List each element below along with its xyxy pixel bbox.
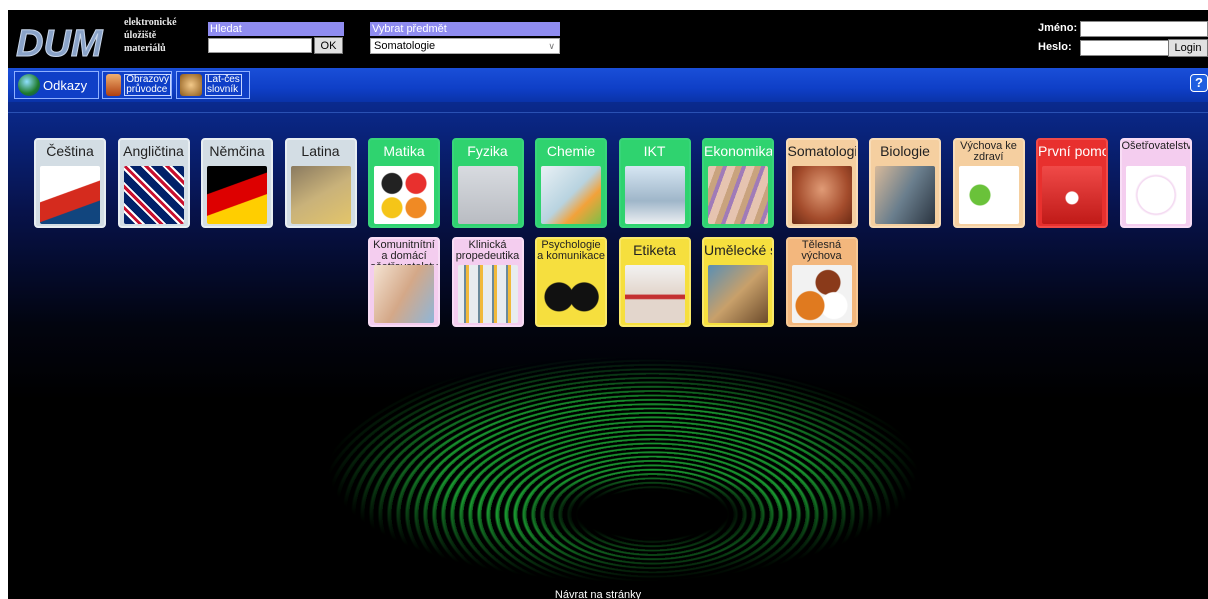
subject-tile-label: Ošetřovatelství <box>1121 140 1190 152</box>
tagline: elektronické úložiště materiálů <box>124 16 177 55</box>
german-flag-book-icon <box>207 166 267 224</box>
subject-tile[interactable]: První pomoc <box>1036 138 1108 228</box>
subject-tile[interactable]: Psychologie a komunikace <box>535 237 607 327</box>
login-button[interactable]: Login <box>1168 39 1208 57</box>
app-window: DUM elektronické úložiště materiálů Hled… <box>8 10 1208 599</box>
nav-dict-label: Lat-čes slovník <box>205 74 242 96</box>
subject-tile-label: První pomoc <box>1038 143 1106 159</box>
navbar: Odkazy Obrazový průvodce Lat-čes slovník <box>8 68 1208 102</box>
subject-tile-label: Tělesná výchova <box>801 239 842 262</box>
newtons-cradle-icon <box>457 166 518 224</box>
subject-tile-label: Výchova ke zdraví <box>960 140 1017 163</box>
sports-balls-icon <box>791 265 852 323</box>
subject-tile[interactable]: Ošetřovatelství <box>1119 138 1192 228</box>
caring-hands-icon <box>374 265 434 323</box>
subject-tile-label: Matika <box>383 143 425 159</box>
subject-tile[interactable]: Etiketa <box>618 237 691 327</box>
main-content: Čeština Angličtina Němčina Latina Matika Fyzi… <box>8 102 1208 599</box>
dum-logo[interactable]: DUM <box>14 16 114 65</box>
body-figure-icon <box>106 74 122 96</box>
subject-tile-label: Fyzika <box>467 143 508 159</box>
banknotes-icon <box>708 166 768 224</box>
subject-tile-label: Etiketa <box>633 242 676 258</box>
subject-tile[interactable]: Biologie <box>869 138 941 228</box>
subject-tile[interactable]: Tělesná výchova <box>785 237 858 327</box>
subject-tile[interactable]: Ekonomika <box>702 138 774 228</box>
subject-tile[interactable]: Latina <box>284 138 357 228</box>
subject-tile[interactable]: Čeština <box>34 138 106 228</box>
subject-tile[interactable]: Matika <box>368 138 440 228</box>
subject-select-label: Vybrat předmět <box>370 22 560 36</box>
tagline-line: materiálů <box>124 43 166 54</box>
username-field[interactable] <box>1080 21 1208 37</box>
math-operators-icon <box>374 166 434 224</box>
password-field[interactable] <box>1080 40 1172 56</box>
subject-tile[interactable]: Somatologie <box>785 138 858 228</box>
nav-guide-label: Obrazový průvodce <box>124 74 171 96</box>
subject-tile[interactable]: Komunitnítní a domácí ošetřovatelství <box>368 237 440 327</box>
subject-tile[interactable]: IKT <box>618 138 691 228</box>
heads-silhouette-icon <box>541 265 601 323</box>
latin-book-icon <box>290 166 351 224</box>
nav-dict-label-line: slovník <box>207 84 239 95</box>
nav-links-label: Odkazy <box>43 77 88 93</box>
subject-tile-label: Angličtina <box>123 143 184 159</box>
computer-icon <box>624 166 685 224</box>
subject-select[interactable]: Somatologie ∨ <box>370 38 560 54</box>
subject-tile-label: Latina <box>301 143 340 159</box>
back-to-site-link[interactable]: Návrat na stránky <box>8 589 1198 599</box>
anatomy-icon <box>791 166 852 224</box>
binary-vortex-image <box>328 357 918 582</box>
czech-flag-book-icon <box>40 166 100 224</box>
subject-tile-label: Psychologie a komunikace <box>537 239 605 262</box>
subject-tile-label: Ekonomika <box>704 143 772 159</box>
help-icon[interactable]: ? <box>1190 74 1208 92</box>
header: DUM elektronické úložiště materiálů Hled… <box>8 10 1208 68</box>
tagline-line: elektronické <box>124 17 177 28</box>
nav-dictionary-button[interactable]: Lat-čes slovník <box>176 71 250 99</box>
subject-tile-label: Klinická propedeutika <box>455 239 520 262</box>
first-aid-kit-icon <box>1042 166 1102 224</box>
globe-icon <box>18 74 40 96</box>
nav-guide-label-line: průvodce <box>126 84 168 95</box>
microscope-icon <box>875 166 935 224</box>
search-ok-button[interactable]: OK <box>314 37 343 54</box>
subject-tile-label: Němčina <box>209 143 265 159</box>
subject-tile[interactable]: Klinická propedeutika <box>451 237 524 327</box>
subject-tile[interactable]: Němčina <box>201 138 273 228</box>
subject-tile[interactable]: Výchova ke zdraví <box>952 138 1025 228</box>
test-tubes-icon <box>457 265 518 323</box>
name-label: Jméno: <box>1038 22 1078 34</box>
uk-flag-book-icon <box>123 166 184 224</box>
password-label: Heslo: <box>1038 41 1072 53</box>
search-input[interactable] <box>208 38 312 53</box>
subject-tile-label: Komunitnítní a domácí ošetřovatelství <box>370 239 438 266</box>
subject-tile-label: Biologie <box>880 143 930 159</box>
tagline-line: úložiště <box>124 30 157 41</box>
stethoscope-icon <box>1125 166 1186 224</box>
subject-tile-label: IKT <box>643 143 666 159</box>
head-anatomy-icon <box>180 74 202 96</box>
search-label: Hledat <box>208 22 344 36</box>
nav-links-button[interactable]: Odkazy <box>14 71 99 99</box>
chevron-down-icon: ∨ <box>548 41 555 51</box>
apple-heartbeat-icon <box>958 166 1019 224</box>
subject-tile-label: Čeština <box>46 143 94 159</box>
subject-tile[interactable]: Angličtina <box>117 138 190 228</box>
subject-tile-label: Somatologie <box>787 143 856 159</box>
bow-tie-icon <box>624 265 685 323</box>
subject-tile[interactable]: Umělecké směry <box>702 237 774 327</box>
melting-clock-icon <box>708 265 768 323</box>
subject-tile-label: Chemie <box>546 143 596 159</box>
subject-tile[interactable]: Chemie <box>535 138 607 228</box>
logo-text: DUM <box>16 23 104 64</box>
nav-guide-button[interactable]: Obrazový průvodce <box>102 71 172 99</box>
subject-selected-value: Somatologie <box>374 40 436 52</box>
subject-tile-label: Umělecké směry <box>704 242 772 258</box>
subject-tile[interactable]: Fyzika <box>451 138 524 228</box>
lab-flasks-icon <box>541 166 601 224</box>
